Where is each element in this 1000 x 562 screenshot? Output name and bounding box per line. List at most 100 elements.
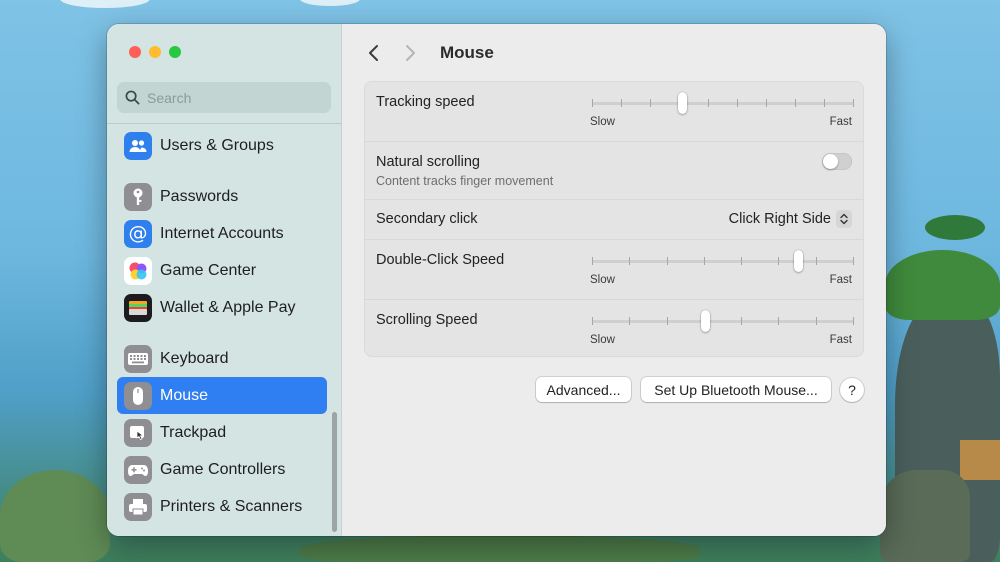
slider-tick	[666, 257, 668, 265]
slider-tick	[853, 317, 854, 325]
sidebar: Users & Groups Passwords @ Internet Acco…	[107, 24, 342, 536]
natural-scrolling-description: Content tracks finger movement	[376, 174, 554, 188]
slider-tick	[778, 257, 780, 265]
sidebar-item-label: Game Center	[160, 261, 257, 279]
forward-button[interactable]	[396, 39, 424, 67]
secondary-click-row: Secondary click Click Right Side	[365, 200, 863, 240]
close-button[interactable]	[129, 46, 141, 58]
slider-max-label: Fast	[829, 274, 852, 286]
slider-tick	[815, 317, 817, 325]
bluetooth-setup-button[interactable]: Set Up Bluetooth Mouse...	[641, 377, 831, 402]
sidebar-item-mouse[interactable]: Mouse	[117, 377, 327, 414]
slider-tick	[592, 99, 593, 107]
slider-knob[interactable]	[794, 250, 804, 272]
slider-knob[interactable]	[700, 310, 710, 332]
slider-tick	[853, 257, 854, 265]
sidebar-item-users-groups[interactable]: Users & Groups	[117, 127, 327, 164]
slider-max-label: Fast	[829, 334, 852, 346]
slider-tick	[592, 317, 593, 325]
sidebar-item-label: Printers & Scanners	[160, 497, 303, 515]
double-click-speed-slider[interactable]	[592, 250, 854, 272]
slider-tick	[853, 99, 854, 107]
trackpad-icon	[124, 418, 152, 447]
sidebar-item-label: Mouse	[160, 386, 209, 404]
zoom-button[interactable]	[169, 46, 181, 58]
search-icon	[125, 90, 140, 105]
sidebar-item-printers-scanners[interactable]: Printers & Scanners	[117, 488, 327, 525]
chevron-right-icon	[406, 45, 415, 61]
sidebar-item-game-center[interactable]: Game Center	[117, 252, 327, 289]
slider-tick	[766, 99, 767, 107]
slider-knob[interactable]	[678, 92, 688, 114]
sidebar-divider	[107, 123, 342, 124]
slider-track	[592, 320, 854, 323]
search-input[interactable]	[147, 89, 317, 106]
users-icon	[124, 131, 152, 160]
slider-min-label: Slow	[590, 334, 615, 346]
sidebar-scrollbar[interactable]	[332, 412, 337, 532]
slider-track	[592, 260, 854, 263]
sidebar-list: Users & Groups Passwords @ Internet Acco…	[117, 127, 327, 525]
gamepad-icon	[124, 455, 152, 484]
minimize-button[interactable]	[149, 46, 161, 58]
sidebar-item-trackpad[interactable]: Trackpad	[117, 414, 327, 451]
slider-tick	[824, 99, 825, 107]
slider-min-label: Slow	[590, 116, 615, 128]
wallet-icon	[124, 293, 152, 322]
double-click-speed-row: Double-Click Speed Slow Fast	[365, 240, 863, 300]
slider-tick	[621, 99, 622, 107]
search-field[interactable]	[117, 82, 331, 113]
printer-icon	[124, 492, 152, 521]
slider-tick	[666, 317, 668, 325]
slider-max-label: Fast	[829, 116, 852, 128]
double-click-speed-label: Double-Click Speed	[376, 252, 505, 268]
sidebar-item-internet-accounts[interactable]: @ Internet Accounts	[117, 215, 327, 252]
slider-tick	[741, 317, 743, 325]
sidebar-item-passwords[interactable]: Passwords	[117, 178, 327, 215]
secondary-click-popup[interactable]: Click Right Side	[729, 210, 852, 228]
natural-scrolling-row: Natural scrolling Content tracks finger …	[365, 142, 863, 200]
scrolling-speed-row: Scrolling Speed Slow Fast	[365, 300, 863, 358]
sidebar-item-label: Users & Groups	[160, 136, 274, 154]
sidebar-item-label: Internet Accounts	[160, 224, 284, 242]
slider-track	[592, 102, 854, 105]
keyboard-icon	[124, 344, 152, 373]
back-button[interactable]	[360, 39, 388, 67]
natural-scrolling-label: Natural scrolling	[376, 154, 480, 170]
sidebar-item-game-controllers[interactable]: Game Controllers	[117, 451, 327, 488]
secondary-click-value: Click Right Side	[728, 211, 831, 227]
at-sign-icon: @	[124, 219, 152, 248]
tracking-speed-label: Tracking speed	[376, 94, 475, 110]
scrolling-speed-slider[interactable]	[592, 310, 854, 332]
sidebar-item-label: Keyboard	[160, 349, 229, 367]
advanced-button[interactable]: Advanced...	[536, 377, 631, 402]
slider-tick	[703, 257, 705, 265]
chevron-up-down-icon	[836, 210, 852, 228]
sidebar-item-label: Passwords	[160, 187, 239, 205]
key-icon	[124, 182, 152, 211]
slider-tick	[629, 257, 631, 265]
toolbar: Mouse	[342, 24, 886, 82]
slider-tick	[737, 99, 738, 107]
secondary-click-label: Secondary click	[376, 211, 478, 227]
slider-tick	[650, 99, 651, 107]
tracking-speed-row: Tracking speed Slow Fast	[365, 82, 863, 142]
slider-tick	[708, 99, 709, 107]
settings-window: Users & Groups Passwords @ Internet Acco…	[107, 24, 886, 536]
game-center-icon	[124, 256, 152, 285]
sidebar-item-label: Game Controllers	[160, 460, 286, 478]
sidebar-item-keyboard[interactable]: Keyboard	[117, 340, 327, 377]
help-button[interactable]: ?	[840, 378, 864, 402]
natural-scrolling-toggle[interactable]	[822, 153, 852, 170]
slider-tick	[778, 317, 780, 325]
sidebar-item-label: Wallet & Apple Pay	[160, 298, 296, 316]
mouse-settings-panel: Tracking speed Slow Fast Natural scrolli…	[364, 81, 864, 357]
sidebar-item-wallet-apple-pay[interactable]: Wallet & Apple Pay	[117, 289, 327, 326]
toggle-knob	[823, 154, 838, 169]
slider-tick	[815, 257, 817, 265]
slider-tick	[741, 257, 743, 265]
window-controls	[129, 46, 181, 58]
tracking-speed-slider[interactable]	[592, 92, 854, 114]
scrolling-speed-label: Scrolling Speed	[376, 312, 478, 328]
